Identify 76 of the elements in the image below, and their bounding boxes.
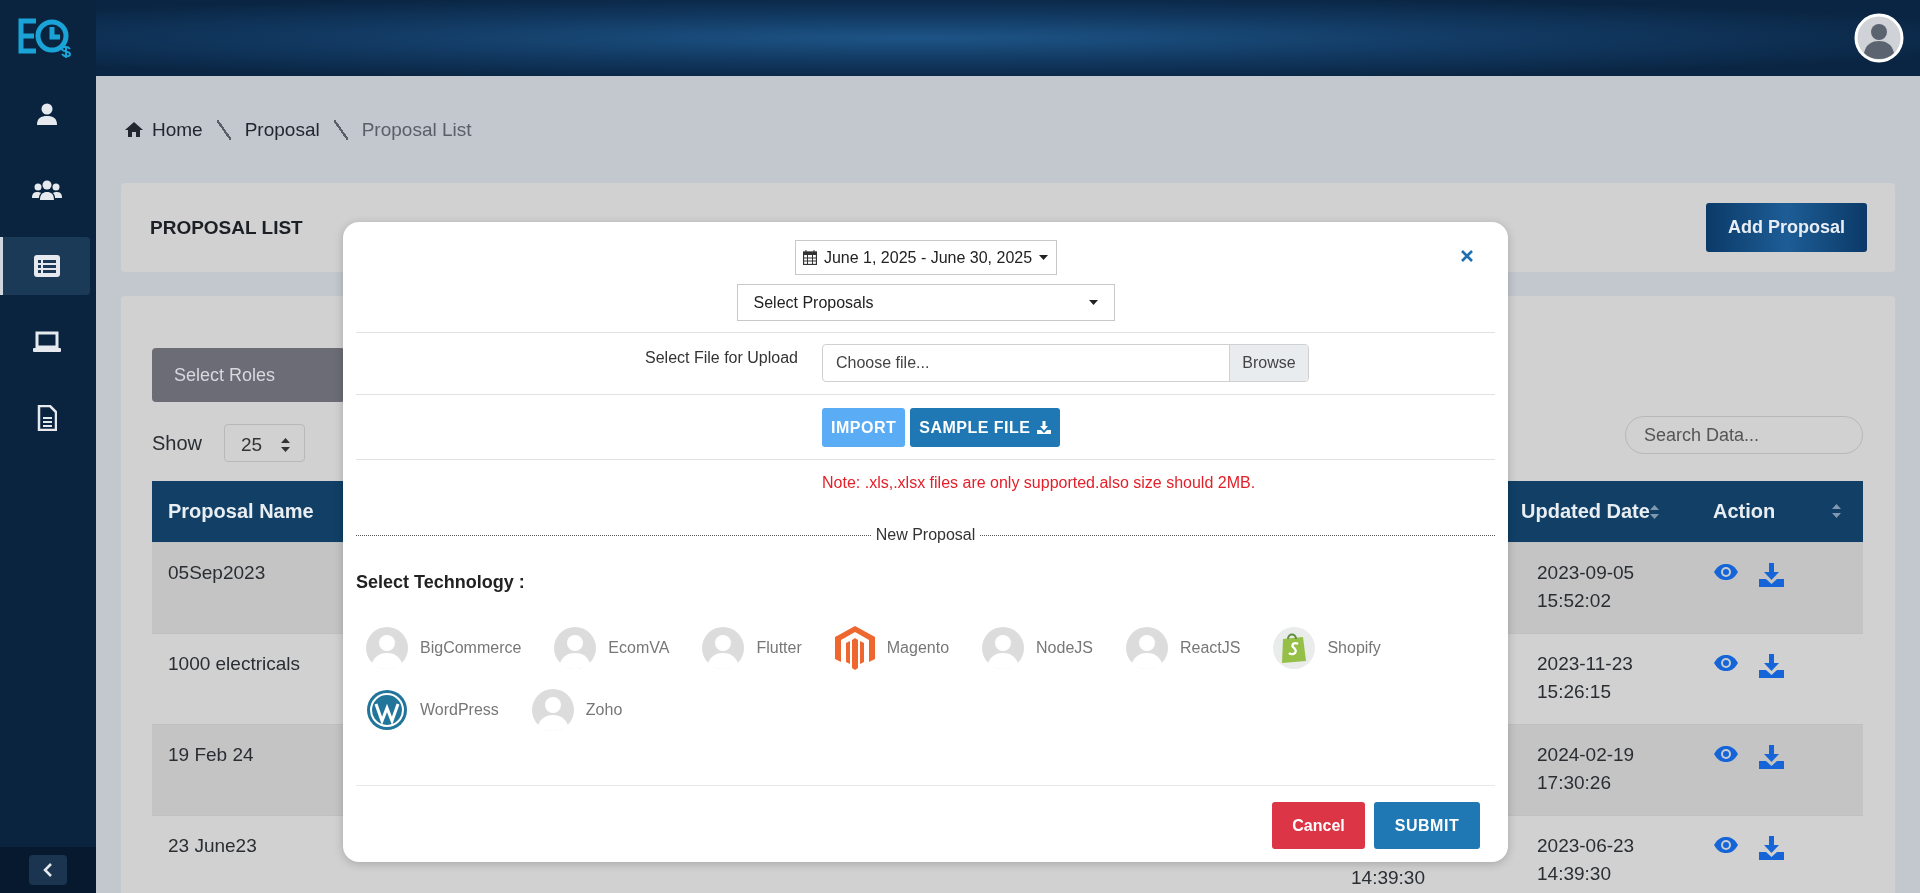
sort-icon bbox=[1649, 503, 1659, 520]
column-header[interactable]: Action bbox=[1701, 500, 1863, 523]
technology-option[interactable]: NodeJS bbox=[982, 626, 1093, 670]
calendar-icon bbox=[802, 250, 817, 265]
user-icon bbox=[34, 102, 59, 126]
column-header[interactable]: Updated Date bbox=[1505, 500, 1701, 523]
table-cell-text: 2023-11-23 15:26:15 bbox=[1536, 652, 1634, 704]
close-icon bbox=[1461, 250, 1473, 262]
view-icon[interactable] bbox=[1713, 563, 1739, 581]
sort-icon bbox=[1832, 503, 1841, 519]
person-icon bbox=[982, 627, 1025, 669]
technology-label: Select Technology : bbox=[356, 572, 526, 593]
breadcrumb-current: Proposal List bbox=[361, 118, 472, 141]
caret-icon bbox=[1088, 300, 1098, 305]
person-icon bbox=[531, 689, 574, 731]
table-cell-text: 05Sep2023 bbox=[168, 561, 266, 585]
section-legend: New Proposal bbox=[870, 526, 981, 544]
table-cell-text: 2023-06-23 14:39:30 bbox=[1536, 834, 1636, 886]
download-icon[interactable] bbox=[1759, 745, 1784, 769]
note-text: Note: .xls,.xlsx files are only supported.also size should 2MB. bbox=[822, 474, 1256, 491]
shopping-bag-icon bbox=[1273, 627, 1316, 669]
wordpress-logo-icon bbox=[366, 689, 408, 731]
page-size-select[interactable]: 25 bbox=[224, 424, 306, 462]
file-input[interactable]: Choose file... Browse bbox=[822, 344, 1309, 382]
technology-option[interactable]: BigCommerce bbox=[366, 626, 522, 670]
logo-icon bbox=[16, 16, 74, 60]
show-label: Show bbox=[152, 431, 203, 455]
view-icon[interactable] bbox=[1713, 654, 1739, 672]
download-icon[interactable] bbox=[1759, 654, 1784, 678]
hexagon-logo-icon bbox=[834, 626, 875, 670]
table-cell-text: 2024-02-19 17:30:26 bbox=[1536, 743, 1636, 795]
up-down-caret-icon bbox=[281, 438, 291, 452]
download-icon[interactable] bbox=[1759, 836, 1784, 860]
technology-option[interactable]: Flutter bbox=[702, 626, 802, 670]
person-icon bbox=[366, 627, 408, 669]
file-icon bbox=[36, 405, 57, 431]
date-range-button[interactable]: June 1, 2025 - June 30, 2025 bbox=[794, 240, 1057, 275]
breadcrumb-link[interactable]: Home bbox=[152, 118, 203, 141]
cancel-button[interactable]: Cancel bbox=[1272, 802, 1365, 849]
breadcrumb-link[interactable]: Proposal bbox=[244, 118, 320, 141]
laptop-icon bbox=[32, 331, 61, 353]
page-title: PROPOSAL LIST bbox=[150, 216, 303, 239]
table-cell-text: 2023-09-05 15:52:02 bbox=[1536, 561, 1636, 613]
sidebar-item[interactable] bbox=[0, 237, 90, 295]
technology-option[interactable]: Shopify bbox=[1273, 626, 1381, 670]
person-icon bbox=[702, 627, 745, 669]
add-proposal-button[interactable]: Add Proposal bbox=[1706, 203, 1867, 252]
collapse-button[interactable] bbox=[29, 855, 67, 885]
submit-button[interactable]: SUBMIT bbox=[1374, 802, 1480, 849]
table-cell-text: 19 Feb 24 bbox=[168, 743, 254, 767]
table-cell-text: 23 June23 bbox=[168, 834, 257, 858]
search-field[interactable]: Search Data... bbox=[1625, 416, 1863, 454]
sample-file-button[interactable]: SAMPLE FILE bbox=[910, 408, 1060, 447]
caret-icon bbox=[1039, 255, 1049, 260]
proposals-select[interactable]: Select Proposals bbox=[736, 284, 1115, 321]
technology-option[interactable]: EcomVA bbox=[554, 626, 670, 670]
technology-option[interactable]: ReactJS bbox=[1125, 626, 1241, 670]
technology-option[interactable]: Zoho bbox=[531, 688, 623, 732]
roles-select[interactable]: Select Roles bbox=[152, 348, 345, 402]
chevron-left-icon bbox=[43, 862, 53, 878]
home-icon bbox=[124, 121, 144, 138]
users-icon bbox=[31, 178, 62, 202]
technology-option[interactable]: Magento bbox=[834, 626, 950, 670]
table-cell-text: 1000 electricals bbox=[168, 652, 301, 676]
person-icon bbox=[554, 627, 597, 669]
view-icon[interactable] bbox=[1713, 745, 1739, 763]
avatar-icon[interactable] bbox=[1854, 13, 1904, 63]
view-icon[interactable] bbox=[1713, 836, 1739, 854]
list-icon bbox=[33, 255, 60, 277]
person-icon bbox=[1125, 627, 1168, 669]
download-icon[interactable] bbox=[1759, 563, 1784, 587]
download-icon bbox=[1036, 421, 1051, 434]
close-button[interactable] bbox=[1460, 249, 1474, 263]
table-cell: 14:39:30 bbox=[1351, 866, 1425, 890]
field-label: Select File for Upload bbox=[644, 348, 798, 367]
technology-option[interactable]: WordPress bbox=[366, 688, 499, 732]
